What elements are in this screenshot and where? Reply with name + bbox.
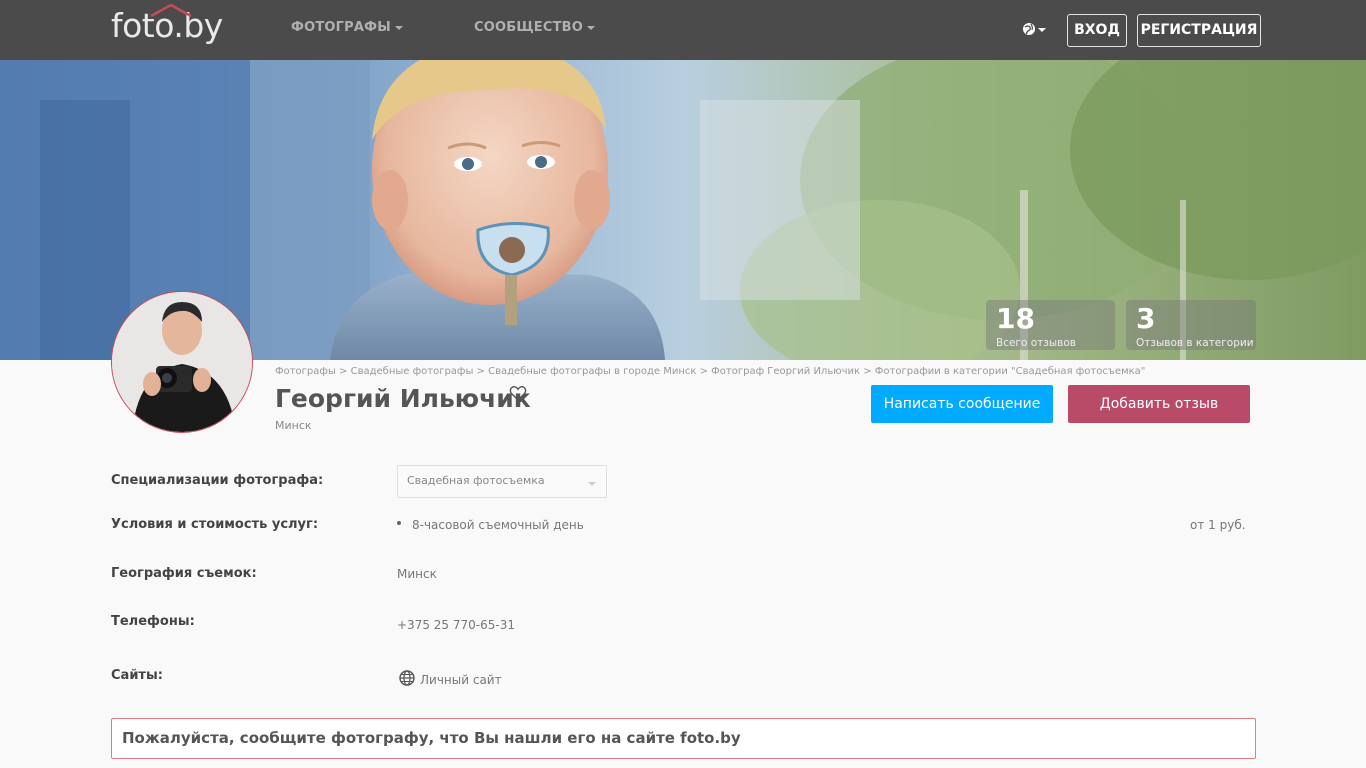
register-button[interactable]: РЕГИСТРАЦИЯ <box>1137 14 1261 47</box>
globe-icon[interactable] <box>1022 21 1048 39</box>
total-reviews-label: Всего отзывов <box>996 337 1076 349</box>
specializations-label: Специализации фотографа: <box>111 473 324 488</box>
category-reviews-count: 3 <box>1136 302 1156 335</box>
write-message-button[interactable]: Написать сообщение <box>871 385 1053 423</box>
chevron-down-icon <box>588 482 596 486</box>
heart-icon[interactable] <box>509 385 527 401</box>
category-reviews-label: Отзывов в категории <box>1136 337 1254 349</box>
personal-site-link[interactable]: Личный сайт <box>420 673 502 687</box>
total-reviews-stat: 18 Всего отзывов <box>986 300 1115 350</box>
service-price: от 1 руб. <box>1190 518 1246 532</box>
login-button[interactable]: ВХОД <box>1067 14 1127 47</box>
services-label: Условия и стоимость услуг: <box>111 517 319 532</box>
sites-label: Сайты: <box>111 668 163 683</box>
top-navbar: foto.by ФОТОГРАФЫ СООБЩЕСТВО ВХОД РЕГИСТ… <box>0 0 1366 60</box>
geography-label: География съемок: <box>111 566 257 581</box>
nav-photographers-label: ФОТОГРАФЫ <box>291 20 391 35</box>
breadcrumb[interactable]: Фотографы > Свадебные фотографы > Свадеб… <box>275 366 1145 377</box>
chevron-down-icon <box>587 25 596 30</box>
photographer-name: Георгий Ильючик <box>275 384 531 413</box>
site-logo[interactable]: foto.by <box>111 3 223 46</box>
bullet-icon <box>397 521 401 525</box>
breadcrumb-text: Фотографы > Свадебные фотографы > Свадеб… <box>275 366 1146 377</box>
notice-text: Пожалуйста, сообщите фотографу, что Вы н… <box>122 729 741 747</box>
geography-value: Минск <box>397 567 437 581</box>
add-review-button[interactable]: Добавить отзыв <box>1068 385 1250 423</box>
nav-photographers-menu[interactable]: ФОТОГРАФЫ <box>291 20 403 35</box>
specialization-selected-value: Свадебная фотосъемка <box>407 474 545 487</box>
logo-roof-icon <box>150 3 192 17</box>
total-reviews-count: 18 <box>996 302 1035 335</box>
category-reviews-stat: 3 Отзывов в категории <box>1126 300 1256 350</box>
nav-community-menu[interactable]: СООБЩЕСТВО <box>474 20 596 35</box>
photographer-avatar[interactable] <box>111 291 253 433</box>
notice-banner: Пожалуйста, сообщите фотографу, что Вы н… <box>111 718 1256 759</box>
specialization-select[interactable]: Свадебная фотосъемка <box>397 465 607 498</box>
avatar-image <box>112 292 252 432</box>
photographer-city: Минск <box>275 419 312 432</box>
nav-community-label: СООБЩЕСТВО <box>474 20 584 35</box>
globe-icon <box>399 670 415 686</box>
phone-value[interactable]: +375 25 770-65-31 <box>397 618 515 632</box>
service-name: 8-часовой съемочный день <box>412 518 584 532</box>
phones-label: Телефоны: <box>111 614 195 629</box>
chevron-down-icon <box>394 25 403 30</box>
